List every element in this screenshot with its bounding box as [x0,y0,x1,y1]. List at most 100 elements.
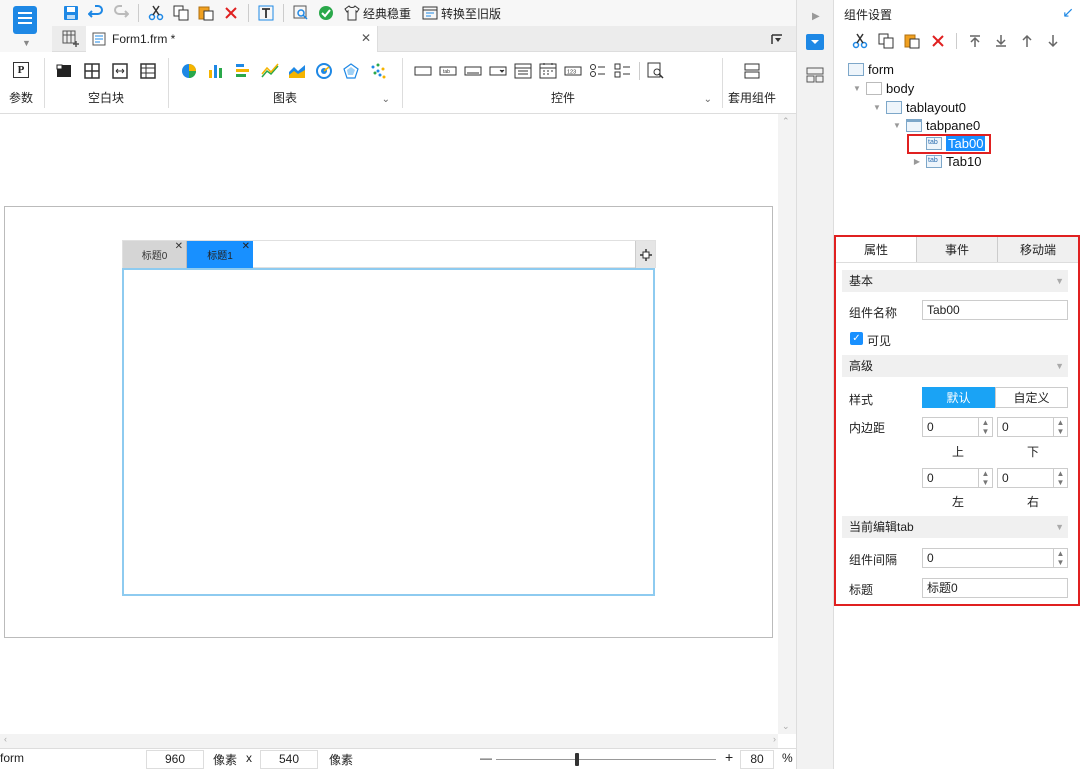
spinner-arrows-icon[interactable]: ▲ ▼ [1053,418,1067,436]
number-widget-icon[interactable]: 123 [564,62,582,80]
radio-widget-icon[interactable] [589,62,607,80]
tab-widget-icon[interactable]: tab [439,62,457,80]
textbox-widget-icon[interactable] [414,62,432,80]
scatter-chart-icon[interactable] [369,62,387,80]
style-default-button[interactable]: 默认 [922,387,995,408]
spinner-arrows-icon[interactable]: ▲ ▼ [1053,549,1067,567]
combobox-widget-icon[interactable] [489,62,507,80]
scroll-left-icon[interactable]: ‹ [4,734,7,744]
button-widget-icon[interactable] [464,62,482,80]
move-down-button[interactable] [1041,29,1065,53]
collapsed-arrow-icon[interactable]: ▶ [912,157,922,166]
section-current-tab[interactable]: 当前编辑tab ▼ [842,516,1068,538]
search-widget-icon[interactable] [647,62,665,80]
canvas-width-input[interactable]: 960 [146,750,204,769]
spinner-arrows-icon[interactable]: ▲ ▼ [1053,469,1067,487]
absolute-layout-icon[interactable] [55,62,73,80]
chevron-down-icon[interactable]: ⌄ [704,94,712,105]
component-name-input[interactable]: Tab00 [922,300,1068,320]
grid-layout-icon[interactable] [83,62,101,80]
style-custom-button[interactable]: 自定义 [995,387,1068,408]
visible-checkbox[interactable]: ✓ [850,332,863,345]
tree-node-tablayout[interactable]: ▼ tablayout0 [872,98,966,116]
canvas-tab-title1[interactable]: 标题1 ✕ [187,241,253,268]
collapse-arrow-icon[interactable]: ↙ [1062,4,1074,21]
move-to-top-button[interactable] [963,29,987,53]
parameter-icon[interactable]: P [13,62,29,78]
tree-node-form[interactable]: form [848,60,894,78]
zoom-slider-track[interactable] [496,759,716,760]
listbox-widget-icon[interactable] [514,62,532,80]
spinner-arrows-icon[interactable]: ▲ ▼ [978,418,992,436]
chevron-down-icon[interactable]: ⌄ [382,94,390,105]
expand-arrow-icon[interactable]: ▼ [892,121,902,130]
chevron-right-icon[interactable]: ▶ [812,11,820,22]
checkbox-widget-icon[interactable] [614,62,632,80]
undo-button[interactable] [85,2,107,24]
move-to-bottom-button[interactable] [989,29,1013,53]
zoom-in-button[interactable]: + [725,749,733,765]
canvas-horizontal-scrollbar[interactable]: ‹ › [0,734,778,748]
tab-events[interactable]: 事件 [917,237,998,262]
padding-right-input[interactable]: 0 ▲ ▼ [997,468,1068,488]
section-advanced[interactable]: 高级 ▼ [842,355,1068,377]
theme-classic-button[interactable]: 经典稳重 [340,5,415,22]
zoom-out-button[interactable]: — [480,751,492,765]
pie-chart-icon[interactable] [180,62,198,80]
tab-menu-icon[interactable] [770,32,784,46]
copy-button[interactable] [170,2,192,24]
text-button[interactable] [255,2,277,24]
tab-mobile[interactable]: 移动端 [998,237,1078,262]
canvas-tab-title0[interactable]: 标题0 ✕ [123,241,187,268]
paste-button[interactable] [195,2,217,24]
template-component-icon[interactable] [743,62,761,80]
component-settings-tab-icon[interactable] [806,34,824,50]
title-input[interactable]: 标题0 [922,578,1068,598]
padding-left-input[interactable]: 0 ▲ ▼ [922,468,993,488]
tree-node-tabpane[interactable]: ▼ tabpane0 [892,116,980,134]
expand-arrow-icon[interactable]: ▼ [852,84,862,93]
scroll-down-icon[interactable]: ⌄ [782,721,790,732]
canvas-vertical-scrollbar[interactable]: ⌃ ⌄ [778,114,796,734]
padding-top-input[interactable]: 0 ▲ ▼ [922,417,993,437]
gap-input[interactable]: 0 ▲ ▼ [922,548,1068,568]
tab-properties[interactable]: 属性 [836,237,917,262]
section-basic[interactable]: 基本 ▼ [842,270,1068,292]
close-icon[interactable]: ✕ [175,241,183,252]
bar-chart-icon[interactable] [207,62,225,80]
move-up-button[interactable] [1015,29,1039,53]
cut-button[interactable] [145,2,167,24]
tree-node-tab10[interactable]: ▶ Tab10 [912,152,982,170]
save-button[interactable] [60,2,82,24]
preview-button[interactable] [290,2,312,24]
close-icon[interactable]: ✕ [361,31,371,45]
date-widget-icon[interactable] [539,62,557,80]
panel-delete-button[interactable] [926,29,950,53]
redo-button[interactable] [110,2,132,24]
check-button[interactable] [315,2,337,24]
close-icon[interactable]: ✕ [242,241,250,252]
tab-form1[interactable]: Form1.frm * ✕ [86,26,378,52]
delete-button[interactable] [220,2,242,24]
gauge-chart-icon[interactable] [315,62,333,80]
padding-bottom-input[interactable]: 0 ▲ ▼ [997,417,1068,437]
tree-node-body[interactable]: ▼ body [852,79,914,97]
radar-chart-icon[interactable] [342,62,360,80]
horizontal-bar-icon[interactable] [234,62,252,80]
split-layout-icon[interactable] [111,62,129,80]
add-tab-button[interactable] [635,241,655,268]
panel-cut-button[interactable] [848,29,872,53]
scroll-right-icon[interactable]: › [773,734,776,744]
app-menu-button[interactable]: ▼ [0,0,52,52]
line-chart-icon[interactable] [261,62,279,80]
zoom-input[interactable]: 80 [740,750,774,769]
canvas-height-input[interactable]: 540 [260,750,318,769]
table-layout-icon[interactable] [139,62,157,80]
new-template-icon[interactable] [62,30,80,48]
spinner-arrows-icon[interactable]: ▲ ▼ [978,469,992,487]
layout-panel-icon[interactable] [806,67,824,83]
expand-arrow-icon[interactable]: ▼ [872,103,882,112]
area-chart-icon[interactable] [288,62,306,80]
zoom-slider-thumb[interactable] [575,753,579,766]
tab-content-area[interactable] [122,268,655,596]
